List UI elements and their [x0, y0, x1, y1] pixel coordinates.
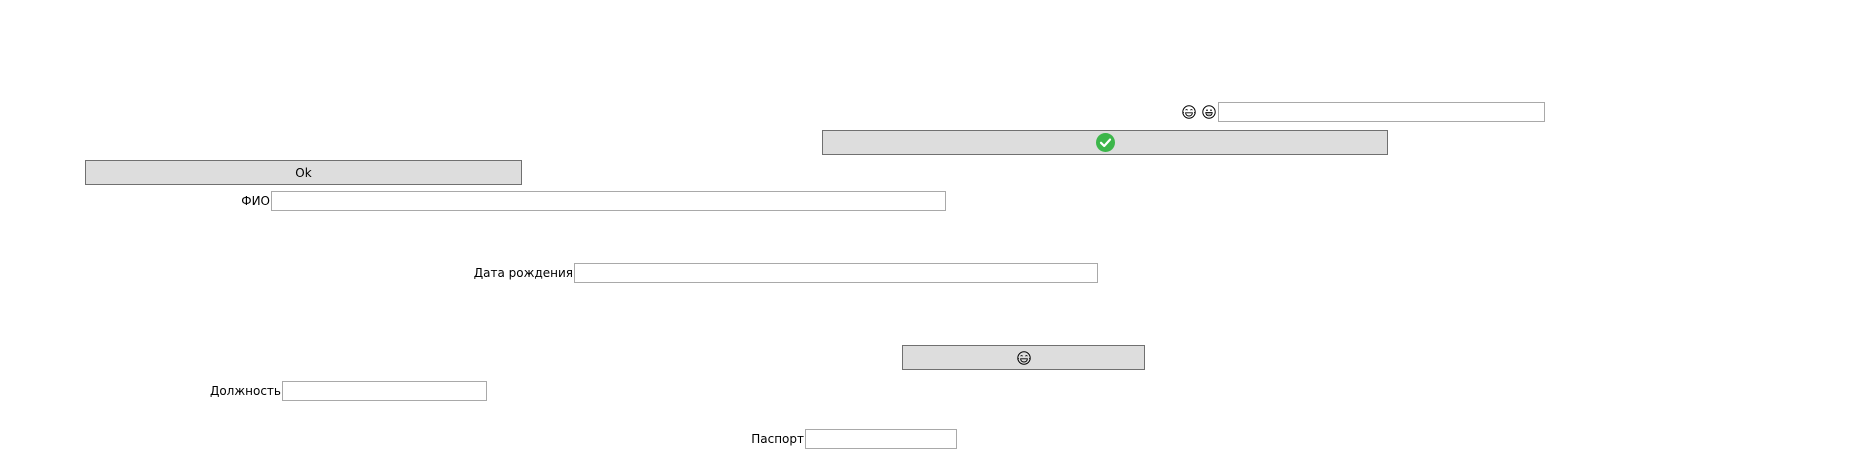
form-canvas: Ok ФИО Дата рождения Должность Паспорт	[0, 0, 1876, 461]
fio-label: ФИО	[241, 194, 270, 208]
grinning-tears-emoji-icon	[1182, 105, 1196, 119]
top-text-input[interactable]	[1218, 102, 1545, 122]
ok-button-label: Ok	[295, 165, 312, 180]
emoji-button[interactable]	[902, 345, 1145, 370]
position-input[interactable]	[282, 381, 487, 401]
position-label: Должность	[209, 384, 281, 398]
birth-date-input[interactable]	[574, 263, 1098, 283]
green-checkmark-icon	[1095, 133, 1115, 152]
fio-input[interactable]	[271, 191, 946, 211]
ok-button[interactable]: Ok	[85, 160, 522, 185]
passport-label: Паспорт	[751, 432, 804, 446]
passport-input[interactable]	[805, 429, 957, 449]
confirm-button[interactable]	[822, 130, 1388, 155]
grinning-tears-emoji-icon	[1016, 350, 1031, 365]
grinning-emoji-icon	[1202, 105, 1216, 119]
birth-date-label: Дата рождения	[473, 266, 573, 280]
